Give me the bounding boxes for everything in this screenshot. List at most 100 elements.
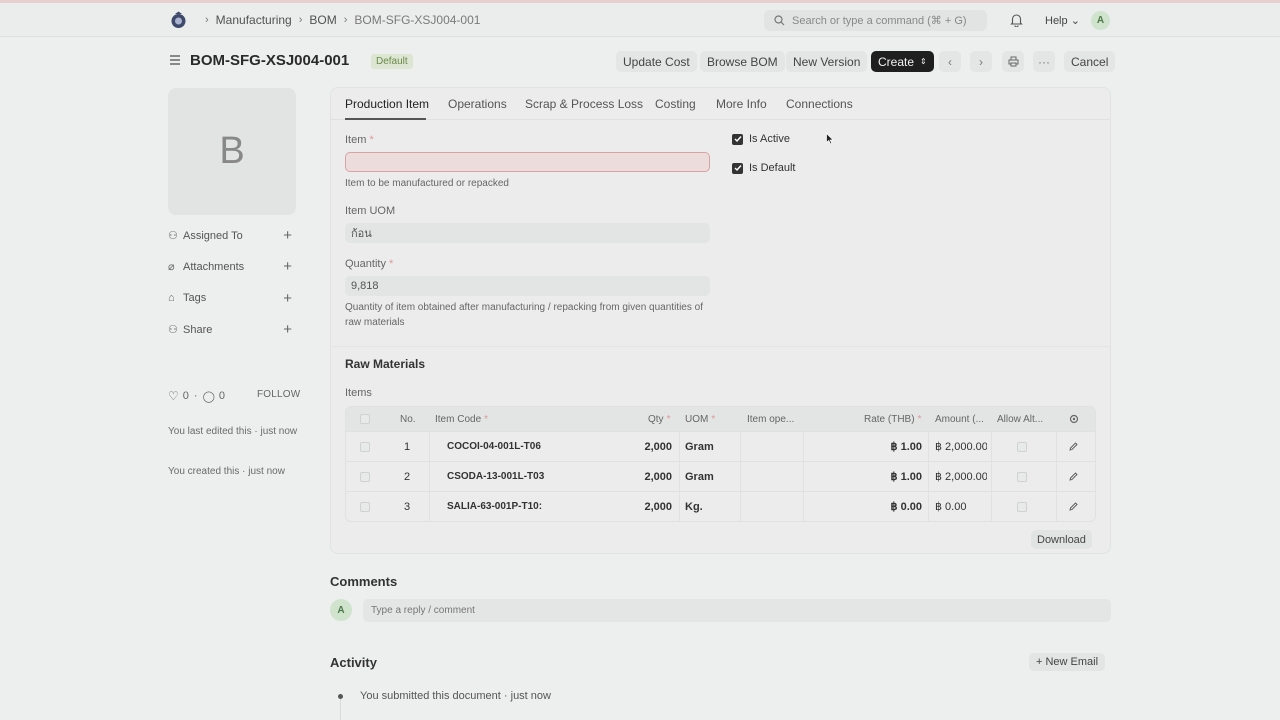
- column-settings-icon[interactable]: [1069, 407, 1079, 431]
- allow-alternative-checkbox[interactable]: [1017, 441, 1027, 452]
- is-active-label: Is Active: [749, 133, 790, 145]
- col-uom: UOM *: [685, 407, 715, 431]
- tab-more-info[interactable]: More Info: [716, 97, 767, 111]
- chevron-right-icon: ›: [979, 54, 983, 69]
- tab-costing[interactable]: Costing: [655, 97, 696, 111]
- tab-operations[interactable]: Operations: [448, 97, 507, 111]
- comment-icon[interactable]: ◯: [203, 390, 215, 403]
- cancel-button[interactable]: Cancel: [1064, 51, 1116, 72]
- sidebar-tags[interactable]: ⌂ Tags +: [168, 290, 292, 307]
- row-qty[interactable]: 2,000: [546, 492, 672, 521]
- col-item-code: Item Code *: [435, 407, 488, 431]
- new-email-button[interactable]: + New Email: [1029, 653, 1106, 671]
- heart-icon[interactable]: ♡: [168, 389, 179, 403]
- row-checkbox[interactable]: [360, 501, 370, 512]
- raw-materials-heading: Raw Materials: [345, 357, 426, 371]
- checkbox-checked-icon[interactable]: [732, 133, 743, 145]
- col-item-code-text: Item Code: [435, 413, 482, 425]
- document-image-placeholder[interactable]: B: [168, 88, 296, 215]
- sidebar-assigned-to[interactable]: ⚇ Assigned To +: [168, 227, 292, 244]
- print-button[interactable]: [1002, 51, 1024, 72]
- page-header: BOM-SFG-XSJ004-001 Default Update Cost B…: [0, 44, 1280, 78]
- row-item-code[interactable]: COCOI-04-001L-T06: [447, 432, 541, 461]
- tag-icon: ⌂: [168, 292, 175, 304]
- row-uom[interactable]: Kg.: [685, 492, 703, 521]
- breadcrumb-bom[interactable]: BOM: [309, 13, 336, 27]
- search-placeholder: Search or type a command (⌘ + G): [792, 15, 967, 27]
- is-default-checkbox[interactable]: Is Default: [732, 162, 795, 174]
- activity-entry: You submitted this document · just now: [360, 690, 551, 702]
- table-row[interactable]: 2 CSODA-13-001L-T03 2,000 Gram ฿ 1.00 ฿ 2,000…: [346, 461, 1095, 491]
- new-version-button[interactable]: New Version: [786, 51, 868, 72]
- activity-heading: Activity: [330, 655, 377, 670]
- ellipsis-icon: ···: [1038, 54, 1050, 69]
- row-checkbox[interactable]: [360, 441, 370, 452]
- browse-bom-button[interactable]: Browse BOM: [700, 51, 785, 72]
- allow-alternative-checkbox[interactable]: [1017, 471, 1027, 482]
- row-qty[interactable]: 2,000: [546, 432, 672, 461]
- row-checkbox[interactable]: [360, 471, 370, 482]
- row-amount: ฿ 2,000.00: [935, 441, 987, 453]
- sidebar-toggle-icon[interactable]: [169, 54, 181, 66]
- item-input[interactable]: [345, 152, 710, 172]
- comment-input[interactable]: Type a reply / comment: [363, 599, 1111, 622]
- sidebar-attachments[interactable]: ⌀ Attachments +: [168, 258, 292, 275]
- row-uom[interactable]: Gram: [685, 432, 714, 461]
- table-row[interactable]: 3 SALIA-63-001P-T10: 2,000 Kg. ฿ 0.00 ฿ 0.00: [346, 491, 1095, 521]
- edit-pencil-icon[interactable]: [1069, 492, 1078, 521]
- follow-button[interactable]: FOLLOW: [257, 389, 300, 400]
- update-cost-button[interactable]: Update Cost: [616, 51, 697, 72]
- app-logo-icon[interactable]: [170, 11, 187, 29]
- row-amount: ฿ 2,000.00: [935, 471, 987, 483]
- search-icon: [774, 15, 785, 26]
- col-no: No.: [400, 413, 416, 425]
- user-avatar[interactable]: A: [1091, 11, 1110, 30]
- breadcrumb-manufacturing[interactable]: Manufacturing: [216, 13, 292, 27]
- breadcrumb-current[interactable]: BOM-SFG-XSJ004-001: [354, 13, 480, 27]
- row-uom[interactable]: Gram: [685, 462, 714, 491]
- col-allow-alt: Allow Alt...: [997, 413, 1044, 425]
- quantity-label: Quantity *: [345, 258, 393, 270]
- sidebar-label: Tags: [183, 292, 207, 304]
- user-plus-icon: ⚇: [168, 230, 178, 242]
- help-dropdown[interactable]: Help ⌄: [1045, 14, 1080, 27]
- edit-pencil-icon[interactable]: [1069, 432, 1078, 461]
- sidebar-share[interactable]: ⚇ Share +: [168, 321, 292, 338]
- checkbox-checked-icon[interactable]: [732, 162, 743, 174]
- row-rate[interactable]: ฿ 0.00: [806, 492, 922, 521]
- row-rate[interactable]: ฿ 1.00: [806, 462, 922, 491]
- tab-production-item[interactable]: Production Item: [345, 97, 429, 111]
- plus-icon[interactable]: +: [283, 290, 292, 307]
- item-label: Item *: [345, 134, 374, 146]
- select-all-checkbox[interactable]: [360, 414, 370, 424]
- plus-icon[interactable]: +: [283, 321, 292, 338]
- download-button[interactable]: Download: [1031, 530, 1092, 549]
- is-active-checkbox[interactable]: Is Active: [732, 133, 790, 145]
- edit-pencil-icon[interactable]: [1069, 462, 1078, 491]
- next-button[interactable]: ›: [970, 51, 992, 72]
- notification-bell-icon[interactable]: [1010, 13, 1023, 27]
- row-item-code[interactable]: CSODA-13-001L-T03: [447, 462, 544, 491]
- more-actions-button[interactable]: ···: [1033, 51, 1055, 72]
- row-item-code[interactable]: SALIA-63-001P-T10:: [447, 492, 542, 521]
- search-input[interactable]: Search or type a command (⌘ + G): [764, 10, 987, 31]
- plus-icon[interactable]: +: [283, 258, 292, 275]
- sidebar-label: Share: [183, 323, 213, 336]
- plus-icon[interactable]: +: [283, 227, 292, 244]
- row-rate[interactable]: ฿ 1.00: [806, 432, 922, 461]
- tab-connections[interactable]: Connections: [786, 97, 853, 111]
- allow-alternative-checkbox[interactable]: [1017, 501, 1027, 512]
- row-qty[interactable]: 2,000: [546, 462, 672, 491]
- item-uom-field[interactable]: ก้อน: [345, 223, 710, 243]
- comment-count: 0: [218, 390, 225, 402]
- col-uom-text: UOM: [685, 413, 709, 425]
- sidebar-label: Attachments: [183, 260, 245, 273]
- sidebar-label: Assigned To: [183, 229, 243, 242]
- table-row[interactable]: 1 COCOI-04-001L-T06 2,000 Gram ฿ 1.00 ฿ 2,000…: [346, 431, 1095, 461]
- create-button[interactable]: Create ⇕: [871, 51, 934, 72]
- tab-scrap-process-loss[interactable]: Scrap & Process Loss: [525, 97, 643, 111]
- required-marker: *: [369, 134, 374, 146]
- breadcrumb: › Manufacturing › BOM › BOM-SFG-XSJ004-0…: [198, 13, 480, 27]
- quantity-field[interactable]: 9,818: [345, 276, 710, 296]
- previous-button[interactable]: ‹: [939, 51, 961, 72]
